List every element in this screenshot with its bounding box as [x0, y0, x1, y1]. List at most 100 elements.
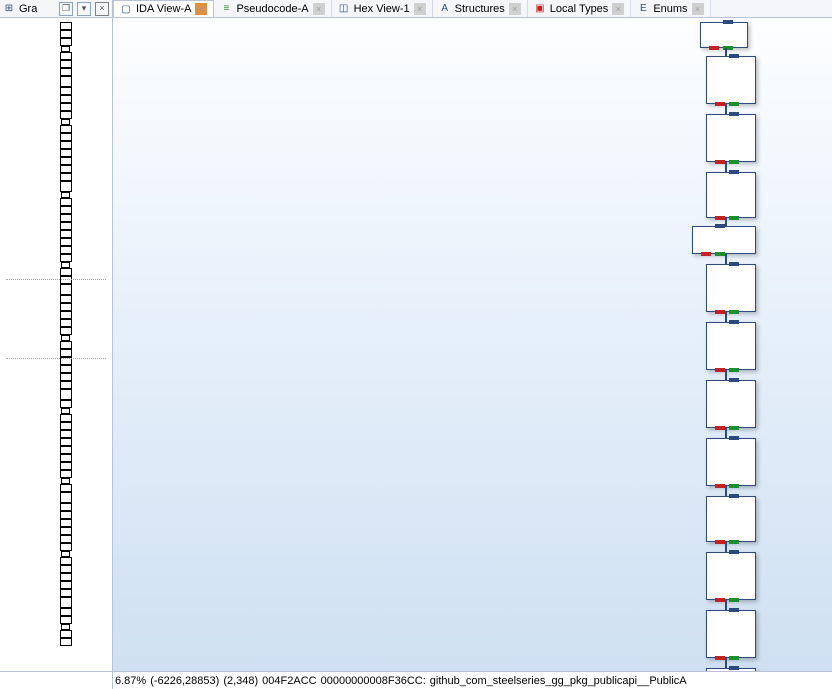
overview-node — [60, 149, 72, 157]
graph-block[interactable] — [706, 380, 756, 428]
block-port-true — [729, 160, 739, 164]
block-port-false — [715, 102, 725, 106]
overview-node — [60, 349, 72, 357]
overview-node — [60, 222, 72, 230]
overview-menu-button[interactable]: ▾ — [77, 2, 91, 16]
overview-node — [60, 319, 72, 327]
block-port-true — [715, 252, 725, 256]
graph-block[interactable] — [706, 610, 756, 658]
overview-title: Gra — [19, 3, 55, 15]
overview-node — [60, 492, 72, 503]
overview-node — [60, 111, 72, 119]
overview-node — [60, 589, 72, 597]
ida-graph-view[interactable] — [113, 18, 832, 671]
status-coord1: (-6226,28853) — [148, 675, 221, 687]
status-zoom: 6.87% — [113, 675, 148, 687]
overview-node — [60, 214, 72, 222]
tab-ida[interactable]: ▢IDA View-A× — [113, 0, 214, 17]
tab-enums[interactable]: EEnums× — [631, 0, 710, 17]
graph-edge — [725, 218, 727, 226]
overview-node — [60, 438, 72, 446]
graph-block[interactable] — [706, 496, 756, 542]
block-port-true — [729, 368, 739, 372]
overview-node — [60, 60, 72, 68]
graph-block[interactable] — [706, 668, 756, 671]
status-symbol: github_com_steelseries_gg_pkg_publicapi_… — [428, 675, 689, 687]
tab-ida-close-button[interactable]: × — [195, 3, 207, 15]
overview-close-button[interactable]: × — [95, 2, 109, 16]
tab-pseudocode-label: Pseudocode-A — [236, 3, 308, 15]
block-port-in — [729, 550, 739, 554]
overview-node — [60, 597, 72, 608]
overview-node — [60, 327, 72, 335]
status-address: 00000000008F36CC: — [319, 675, 428, 687]
graph-block[interactable] — [706, 114, 756, 162]
overview-node — [60, 573, 72, 581]
overview-panel-header: ⊞ Gra ❐ ▾ × — [0, 0, 113, 17]
tab-pseudocode-close-button[interactable]: × — [313, 3, 325, 15]
block-port-false — [715, 598, 725, 602]
overview-node — [60, 268, 72, 276]
status-bar: 6.87% (-6226,28853) (2,348) 004F2ACC 000… — [0, 671, 832, 689]
graph-block[interactable] — [706, 264, 756, 312]
overview-node — [60, 365, 72, 373]
block-port-in — [729, 170, 739, 174]
overview-node — [60, 446, 72, 454]
overview-node — [60, 381, 72, 389]
overview-node — [60, 454, 72, 462]
block-port-in — [723, 20, 733, 24]
block-port-in — [729, 54, 739, 58]
tab-hex-close-button[interactable]: × — [414, 3, 426, 15]
block-port-in — [729, 378, 739, 382]
graph-edge — [725, 428, 727, 438]
tab-structures-label: Structures — [455, 3, 505, 15]
overview-node — [60, 284, 72, 295]
block-port-in — [729, 666, 739, 670]
overview-detach-button[interactable]: ❐ — [59, 2, 73, 16]
block-port-false — [715, 216, 725, 220]
overview-node — [60, 565, 72, 573]
tab-localtypes[interactable]: ▣Local Types× — [528, 0, 632, 17]
overview-node — [60, 173, 72, 181]
overview-node — [60, 76, 72, 87]
overview-node — [60, 470, 72, 478]
block-port-false — [715, 426, 725, 430]
tab-hex[interactable]: ◫Hex View-1× — [332, 0, 433, 17]
block-port-false — [715, 540, 725, 544]
overview-node — [60, 311, 72, 319]
tab-structures-icon: A — [439, 3, 451, 15]
block-port-false — [715, 310, 725, 314]
graph-block[interactable] — [706, 322, 756, 370]
block-port-true — [729, 484, 739, 488]
overview-node — [60, 181, 72, 192]
overview-node — [60, 230, 72, 238]
block-port-true — [729, 216, 739, 220]
tab-hex-label: Hex View-1 — [354, 3, 410, 15]
tab-enums-close-button[interactable]: × — [692, 3, 704, 15]
overview-viewport-line — [6, 358, 106, 359]
tab-pseudocode[interactable]: ≡Pseudocode-A× — [214, 0, 331, 17]
tab-localtypes-close-button[interactable]: × — [612, 3, 624, 15]
overview-node — [60, 87, 72, 95]
overview-node — [60, 103, 72, 111]
graph-block[interactable] — [692, 226, 756, 254]
overview-node — [60, 157, 72, 165]
graph-block[interactable] — [706, 438, 756, 486]
graph-block[interactable] — [700, 22, 748, 48]
graph-block[interactable] — [706, 56, 756, 104]
block-port-true — [729, 426, 739, 430]
overview-node — [60, 52, 72, 60]
tab-structures-close-button[interactable]: × — [509, 3, 521, 15]
graph-edge — [725, 658, 727, 668]
graph-edge — [725, 104, 727, 114]
overview-node — [60, 581, 72, 589]
tab-enums-icon: E — [637, 3, 649, 15]
graph-block[interactable] — [706, 172, 756, 218]
tab-structures[interactable]: A Structures × — [433, 0, 528, 17]
overview-node — [60, 389, 72, 400]
graph-edge — [725, 600, 727, 610]
overview-node — [60, 543, 72, 551]
graph-block[interactable] — [706, 552, 756, 600]
overview-node — [60, 341, 72, 349]
graph-overview[interactable] — [0, 18, 113, 671]
